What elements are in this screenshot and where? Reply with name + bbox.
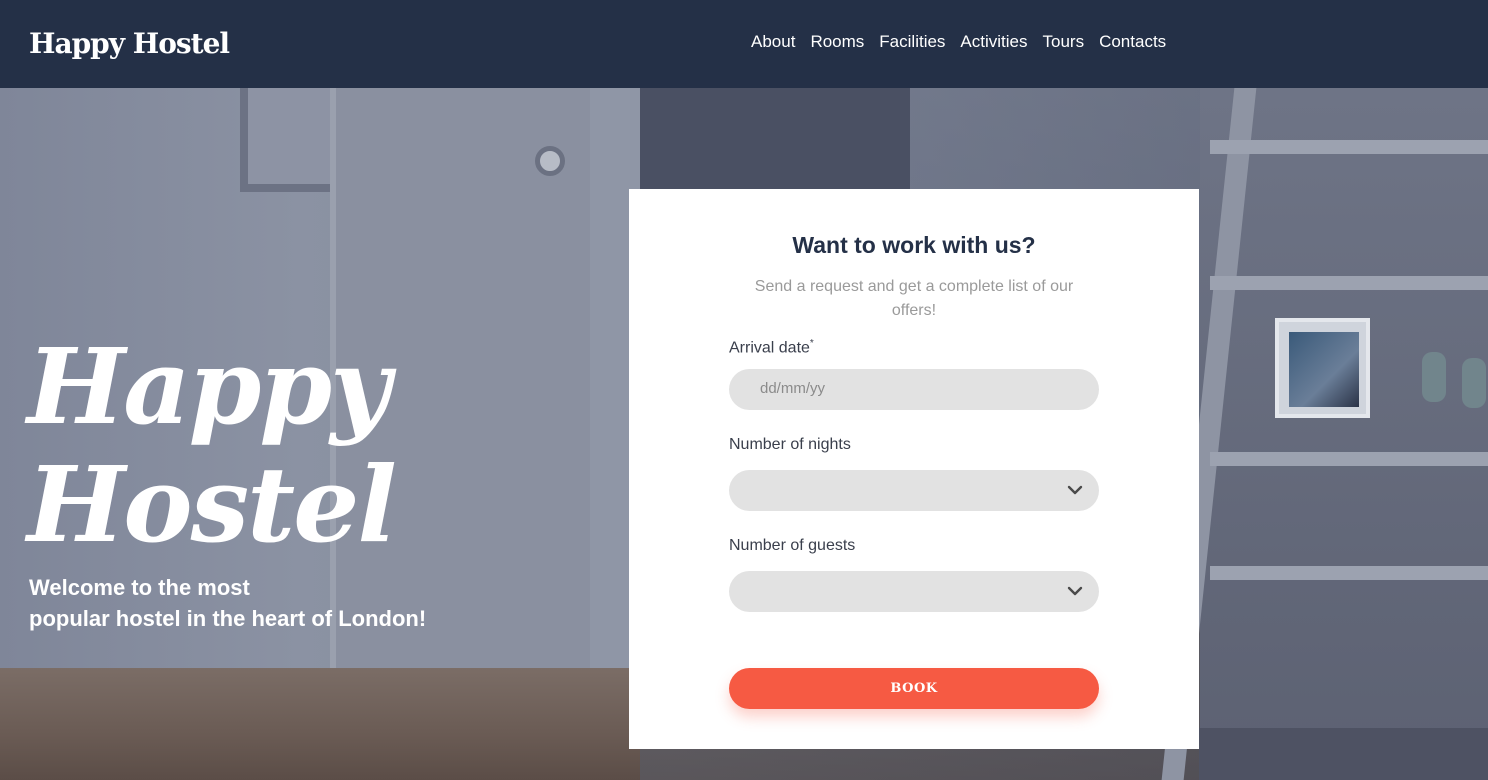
hero-subtitle-line: Welcome to the most xyxy=(29,575,250,600)
hero-title-line: Hostel xyxy=(27,443,397,566)
hero-photo-picture xyxy=(1275,318,1370,418)
guests-label: Number of guests xyxy=(729,537,856,554)
chevron-down-icon xyxy=(1067,485,1083,495)
hero-photo-picture-art xyxy=(1289,332,1359,407)
nav-link-facilities[interactable]: Facilities xyxy=(879,30,945,54)
hero-photo-door-knob xyxy=(535,146,565,176)
hero-photo-shelf xyxy=(1210,566,1488,580)
hero-photo-shelf xyxy=(1210,276,1488,290)
hero-photo-dark-doorway xyxy=(640,88,910,198)
hero-title: Happy Hostel xyxy=(27,325,397,566)
hero-photo-vase xyxy=(1462,358,1486,408)
guests-select[interactable] xyxy=(729,571,1099,612)
required-mark: * xyxy=(809,338,814,349)
main-nav: About Rooms Facilities Activities Tours … xyxy=(751,30,1166,54)
hero-photo-shelf xyxy=(1210,140,1488,154)
hero-photo-shelf xyxy=(1210,452,1488,466)
arrival-date-input[interactable]: dd/mm/yy xyxy=(729,369,1099,410)
nights-label: Number of nights xyxy=(729,436,851,453)
arrival-date-label: Arrival date* xyxy=(729,333,814,359)
chevron-down-icon xyxy=(1067,586,1083,596)
arrival-date-placeholder: dd/mm/yy xyxy=(760,380,826,397)
nav-link-activities[interactable]: Activities xyxy=(960,30,1027,54)
form-title: Want to work with us? xyxy=(792,232,1036,258)
hero-title-line: Happy xyxy=(27,325,391,448)
hero-photo-vase xyxy=(1422,352,1446,402)
arrival-date-label-text: Arrival date xyxy=(729,339,810,357)
booking-form-card: Want to work with us? Send a request and… xyxy=(629,189,1199,749)
nav-link-contacts[interactable]: Contacts xyxy=(1099,30,1166,54)
nav-link-rooms[interactable]: Rooms xyxy=(810,30,864,54)
hero-photo-floor-right xyxy=(1199,728,1488,780)
hero-photo-floor xyxy=(0,668,640,780)
top-navigation-bar: Happy Hostel About Rooms Facilities Acti… xyxy=(0,0,1488,88)
nights-select[interactable] xyxy=(729,470,1099,511)
book-button[interactable]: BOOK xyxy=(729,668,1099,709)
hero-subtitle-line: popular hostel in the heart of London! xyxy=(29,606,427,631)
site-logo[interactable]: Happy Hostel xyxy=(29,27,230,61)
form-description: Send a request and get a complete list o… xyxy=(754,278,1074,319)
nav-link-about[interactable]: About xyxy=(751,30,795,54)
hero-subtitle: Welcome to the most popular hostel in th… xyxy=(29,572,509,634)
nav-link-tours[interactable]: Tours xyxy=(1043,30,1085,54)
